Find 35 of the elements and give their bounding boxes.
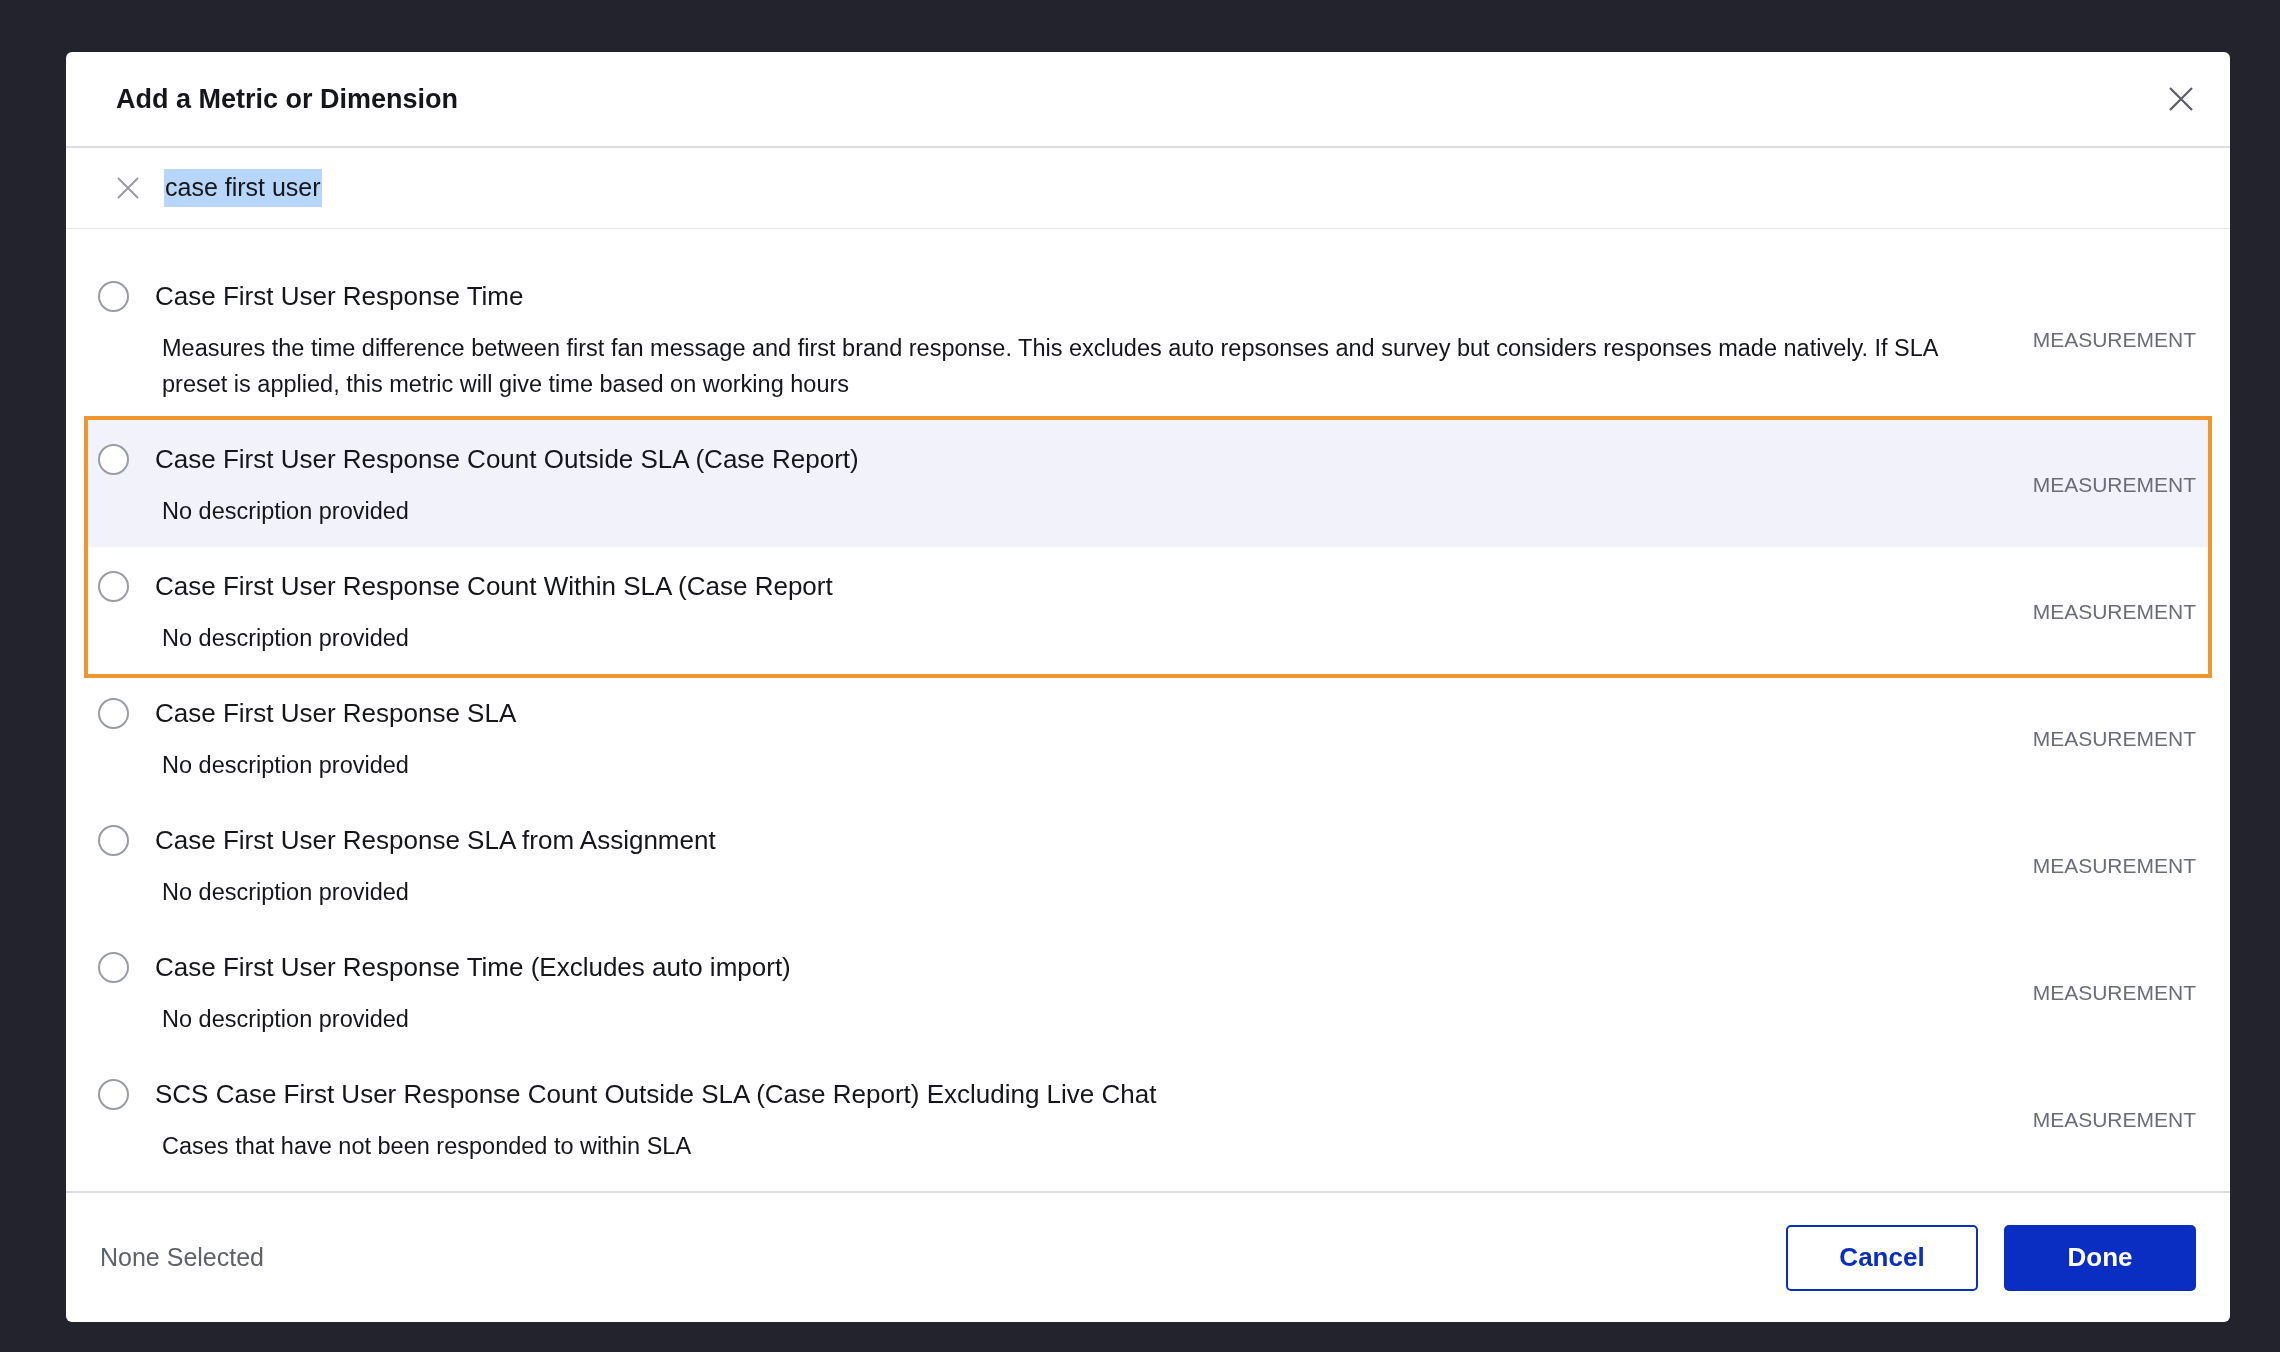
metric-type: MEASUREMENT bbox=[2032, 852, 2196, 879]
radio-button[interactable] bbox=[98, 1079, 129, 1110]
dialog-title: Add a Metric or Dimension bbox=[116, 82, 459, 116]
metric-description: Cases that have not been responded to within SLA bbox=[161, 1132, 693, 1161]
metric-title: Case First User Response SLA from Assignment bbox=[155, 824, 716, 857]
radio-button[interactable] bbox=[98, 571, 129, 602]
radio-button[interactable] bbox=[98, 281, 129, 312]
metric-type: MEASUREMENT bbox=[2032, 326, 2196, 353]
metric-title: Case First User Response Count Within SLA (Case Report bbox=[155, 570, 833, 603]
metric-title: Case First User Response Count Outside SLA (Case Report) bbox=[155, 443, 859, 476]
metric-title: Case First User Response SLA bbox=[155, 697, 517, 730]
done-button[interactable]: Done bbox=[2004, 1224, 2196, 1291]
radio-button[interactable] bbox=[98, 825, 129, 856]
metric-title: Case First User Response Time (Excludes auto import) bbox=[155, 951, 791, 984]
metric-description: No description provided bbox=[161, 624, 410, 653]
search-field[interactable]: case first user bbox=[164, 169, 322, 207]
metric-type: MEASUREMENT bbox=[2032, 471, 2196, 498]
selection-status: None Selected bbox=[100, 1241, 264, 1273]
metric-type: MEASUREMENT bbox=[2032, 1106, 2196, 1133]
metric-description: No description provided bbox=[161, 1005, 410, 1034]
metric-type: MEASUREMENT bbox=[2032, 598, 2196, 625]
metric-title: Case First User Response Time bbox=[155, 280, 524, 313]
metric-description: No description provided bbox=[161, 878, 410, 907]
metric-description: No description provided bbox=[161, 751, 410, 780]
metric-description: No description provided bbox=[161, 497, 410, 526]
radio-button[interactable] bbox=[98, 698, 129, 729]
metric-type: MEASUREMENT bbox=[2032, 979, 2196, 1006]
cancel-button[interactable]: Cancel bbox=[1786, 1224, 1978, 1291]
radio-button[interactable] bbox=[98, 444, 129, 475]
radio-button[interactable] bbox=[98, 952, 129, 983]
metric-type: MEASUREMENT bbox=[2032, 725, 2196, 752]
metric-title: SCS Case First User Response Count Outside SLA (Case Report) Excluding Live Chat bbox=[155, 1078, 1157, 1111]
metric-description: Measures the time difference between first fan message and first brand response. This excludes auto repsonses and survey but considers responses made natively. If SLA preset is applied, this metric will give time based on working hours bbox=[161, 334, 1939, 399]
list-item-highlight[interactable]: Case First User Response Count Outside SLA (Case Report) No description provided MEASUREMENT bbox=[88, 420, 2208, 547]
clear-icon[interactable] bbox=[116, 176, 140, 200]
